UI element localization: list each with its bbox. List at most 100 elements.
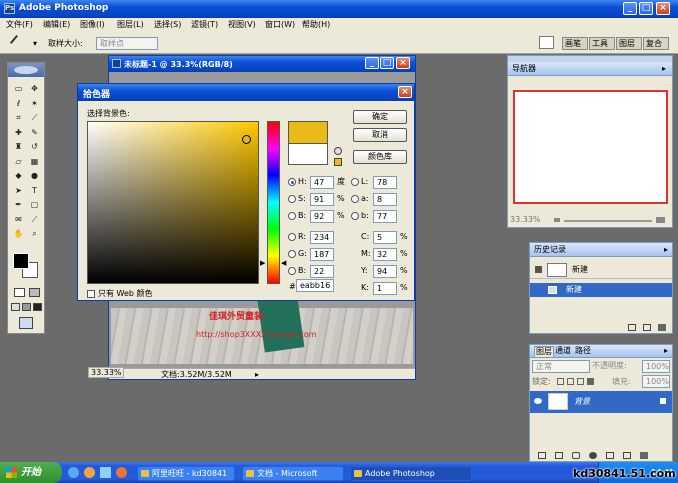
status-menu-arrow-icon[interactable]: ▸ <box>255 370 259 380</box>
screen-mode-menu-icon[interactable] <box>22 303 31 311</box>
lab-radio-0[interactable] <box>351 178 359 186</box>
layers-tab-2[interactable]: 路径 <box>574 346 592 356</box>
link-layers-icon[interactable] <box>538 452 546 459</box>
navigator-proxy-box[interactable] <box>513 90 668 204</box>
navigator-zoom[interactable]: 33.33% <box>510 215 541 225</box>
adjustment-layer-icon[interactable] <box>589 452 597 459</box>
hex-input[interactable]: eabb16 <box>296 279 334 292</box>
doc-size-readout[interactable]: 文档:3.52M/3.52M <box>161 370 232 380</box>
foreground-color-swatch[interactable] <box>13 253 29 269</box>
layers-tab-1[interactable]: 通道 <box>554 346 572 356</box>
hsb-input-1[interactable]: 91 <box>310 193 334 206</box>
shape-tool-icon[interactable]: ▢ <box>28 199 41 211</box>
quicklaunch-firefox-icon[interactable] <box>116 467 127 478</box>
layers-menu-icon[interactable]: ▸ <box>664 346 668 356</box>
out-of-gamut-warning-icon[interactable] <box>334 147 342 155</box>
color-library-button[interactable]: 颜色库 <box>353 150 407 164</box>
rgb-input-1[interactable]: 187 <box>310 248 334 261</box>
eyedropper-tool-icon[interactable]: ⟋ <box>28 214 41 226</box>
lab-radio-1[interactable] <box>351 195 359 203</box>
history-delete-icon[interactable] <box>658 324 666 331</box>
sample-size-select[interactable]: 取样点 <box>96 37 158 50</box>
document-image[interactable]: 佳琪外贸童装 http://shop3XXXX.taobao.com <box>111 295 413 364</box>
opacity-input[interactable]: 100% <box>642 360 670 373</box>
cmyk-input-3[interactable]: 1 <box>373 282 397 295</box>
cmyk-input-2[interactable]: 94 <box>373 265 397 278</box>
gradient-tool-icon[interactable]: ▦ <box>28 156 41 168</box>
layer-style-icon[interactable] <box>555 452 563 459</box>
layer-mask-icon[interactable] <box>572 452 580 459</box>
palette-well-tab-1[interactable]: 工具 <box>589 37 615 50</box>
color-field[interactable] <box>87 121 259 284</box>
close-icon[interactable]: × <box>656 2 670 15</box>
eraser-tool-icon[interactable]: ▱ <box>12 156 25 168</box>
chevron-down-icon[interactable]: ▾ <box>33 39 37 49</box>
doc-close-icon[interactable]: × <box>396 57 410 69</box>
minimize-icon[interactable]: _ <box>623 2 637 15</box>
current-color-swatch[interactable] <box>288 143 328 165</box>
start-button[interactable]: 开始 <box>0 462 62 483</box>
color-picker-close-icon[interactable]: × <box>398 86 412 98</box>
lock-all-icon[interactable] <box>587 378 594 385</box>
menu-item-1[interactable]: 编辑(E) <box>43 20 70 30</box>
zoom-status-text[interactable]: 33.33% <box>91 368 122 378</box>
task-photoshop[interactable]: Adobe Photoshop <box>350 466 472 481</box>
path-selection-tool-icon[interactable]: ➤ <box>12 185 25 197</box>
screen-mode-full-icon[interactable] <box>33 303 42 311</box>
blur-tool-icon[interactable]: ◆ <box>12 170 25 182</box>
history-brush-tool-icon[interactable]: ↺ <box>28 141 41 153</box>
maximize-icon[interactable]: □ <box>639 2 653 15</box>
menu-item-7[interactable]: 窗口(W) <box>265 20 295 30</box>
quicklaunch-ie-icon[interactable] <box>68 467 79 478</box>
palette-well-tab-0[interactable]: 画笔 <box>562 37 588 50</box>
hue-slider[interactable] <box>267 121 280 284</box>
blend-mode-select[interactable]: 正常 <box>532 360 590 373</box>
hsb-radio-1[interactable] <box>288 195 296 203</box>
cmyk-input-0[interactable]: 5 <box>373 231 397 244</box>
menu-item-4[interactable]: 选择(S) <box>154 20 181 30</box>
lock-image-icon[interactable] <box>567 378 574 385</box>
rgb-radio-0[interactable] <box>288 233 296 241</box>
menu-item-8[interactable]: 帮助(H) <box>302 20 330 30</box>
history-new-snapshot-icon[interactable] <box>643 324 651 331</box>
hand-tool-icon[interactable]: ✋ <box>12 228 25 240</box>
layer-row-background[interactable]: 背景 <box>530 391 672 413</box>
cmyk-input-1[interactable]: 32 <box>373 248 397 261</box>
history-menu-icon[interactable]: ▸ <box>664 245 668 255</box>
layers-tab-0[interactable]: 图层 <box>534 346 554 357</box>
zoom-tool-icon[interactable]: ⌕ <box>28 228 41 240</box>
quicklaunch-desktop-icon[interactable] <box>100 467 111 478</box>
lock-transparent-icon[interactable] <box>557 378 564 385</box>
lab-radio-2[interactable] <box>351 212 359 220</box>
color-field-marker[interactable] <box>242 135 251 144</box>
history-tab[interactable]: 历史记录 <box>530 243 672 257</box>
history-snapshot-row[interactable]: 新建 <box>530 261 672 279</box>
pen-tool-icon[interactable]: ✒ <box>12 199 25 211</box>
feather-logo-icon[interactable] <box>14 66 38 74</box>
web-only-checkbox[interactable] <box>87 290 95 298</box>
quickmask-mode-icon[interactable] <box>29 288 40 297</box>
clone-stamp-tool-icon[interactable]: ♜ <box>12 141 25 153</box>
zoom-out-icon[interactable] <box>554 218 560 222</box>
quicklaunch-media-icon[interactable] <box>84 467 95 478</box>
eyedropper-tool-icon[interactable] <box>9 34 25 50</box>
menu-item-6[interactable]: 视图(V) <box>228 20 256 30</box>
screen-mode-standard-icon[interactable] <box>11 303 20 311</box>
history-new-document-icon[interactable] <box>628 324 636 331</box>
navigator-menu-icon[interactable]: ▸ <box>662 64 666 74</box>
task-word-document[interactable]: 文档 - Microsoft <box>242 466 344 481</box>
rgb-radio-1[interactable] <box>288 250 296 258</box>
menu-item-5[interactable]: 滤镜(T) <box>191 20 218 30</box>
hsb-input-0[interactable]: 47 <box>310 176 334 189</box>
navigator-tab[interactable]: 导航器 <box>508 62 672 76</box>
fill-input[interactable]: 100% <box>642 375 670 388</box>
cancel-button[interactable]: 取消 <box>353 128 407 142</box>
ok-button[interactable]: 确定 <box>353 110 407 124</box>
lab-input-0[interactable]: 78 <box>373 176 397 189</box>
hsb-radio-0[interactable] <box>288 178 296 186</box>
jump-to-imageready-icon[interactable] <box>19 317 33 329</box>
palette-well-tab-3[interactable]: 复合 <box>643 37 669 50</box>
palette-well-tab-2[interactable]: 图层 <box>616 37 642 50</box>
rgb-input-2[interactable]: 22 <box>310 265 334 278</box>
zoom-in-icon[interactable] <box>656 217 665 223</box>
